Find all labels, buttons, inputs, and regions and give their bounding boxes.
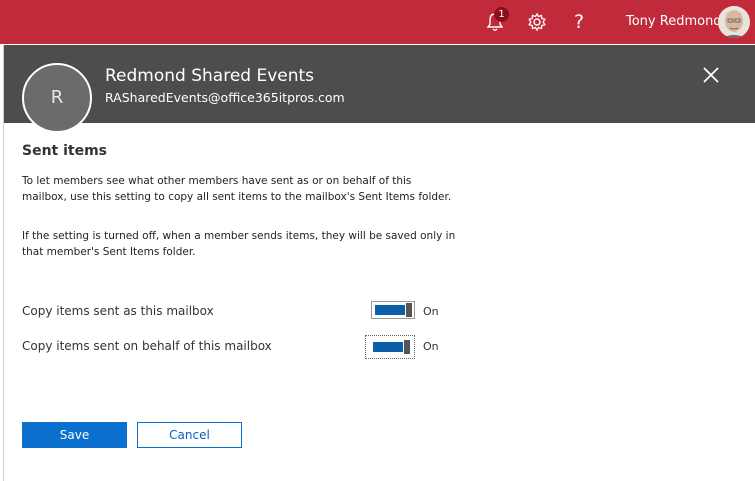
description-paragraph-1: To let members see what other members ha… <box>22 173 462 205</box>
toggle-knob <box>406 303 412 317</box>
description-paragraph-2: If the setting is turned off, when a mem… <box>22 228 462 260</box>
mailbox-avatar: R <box>22 63 92 133</box>
toggle-state-sent-as: On <box>423 305 439 318</box>
notification-badge: 1 <box>494 7 509 22</box>
toggle-knob <box>404 340 410 354</box>
description-line: To let members see what other members ha… <box>22 175 412 187</box>
gear-icon[interactable] <box>526 11 548 33</box>
description-line: that member's Sent Items folder. <box>22 246 196 258</box>
setting-label-sent-on-behalf: Copy items sent on behalf of this mailbo… <box>22 339 272 353</box>
close-icon[interactable] <box>701 65 721 85</box>
toggle-sent-as[interactable] <box>371 301 415 319</box>
toggle-fill <box>375 305 405 315</box>
description-line: If the setting is turned off, when a mem… <box>22 230 456 242</box>
user-avatar[interactable] <box>718 6 750 38</box>
mailbox-email: RASharedEvents@office365itpros.com <box>105 90 345 105</box>
toggle-fill <box>373 342 403 352</box>
mailbox-name: Redmond Shared Events <box>105 66 315 86</box>
help-icon[interactable]: ? <box>568 11 590 33</box>
cancel-button[interactable]: Cancel <box>137 422 242 448</box>
setting-label-sent-as: Copy items sent as this mailbox <box>22 304 214 318</box>
toggle-state-sent-on-behalf: On <box>423 340 439 353</box>
toggle-sent-on-behalf[interactable] <box>365 335 415 359</box>
save-button[interactable]: Save <box>22 422 127 448</box>
description-line: mailbox, use this setting to copy all se… <box>22 191 452 203</box>
user-name[interactable]: Tony Redmond <box>626 14 722 29</box>
panel-header: R Redmond Shared Events RASharedEvents@o… <box>4 45 755 133</box>
mailbox-settings-panel: R Redmond Shared Events RASharedEvents@o… <box>3 45 755 481</box>
section-title: Sent items <box>22 143 108 159</box>
top-bar: 1 ? Tony Redmond <box>0 0 755 44</box>
